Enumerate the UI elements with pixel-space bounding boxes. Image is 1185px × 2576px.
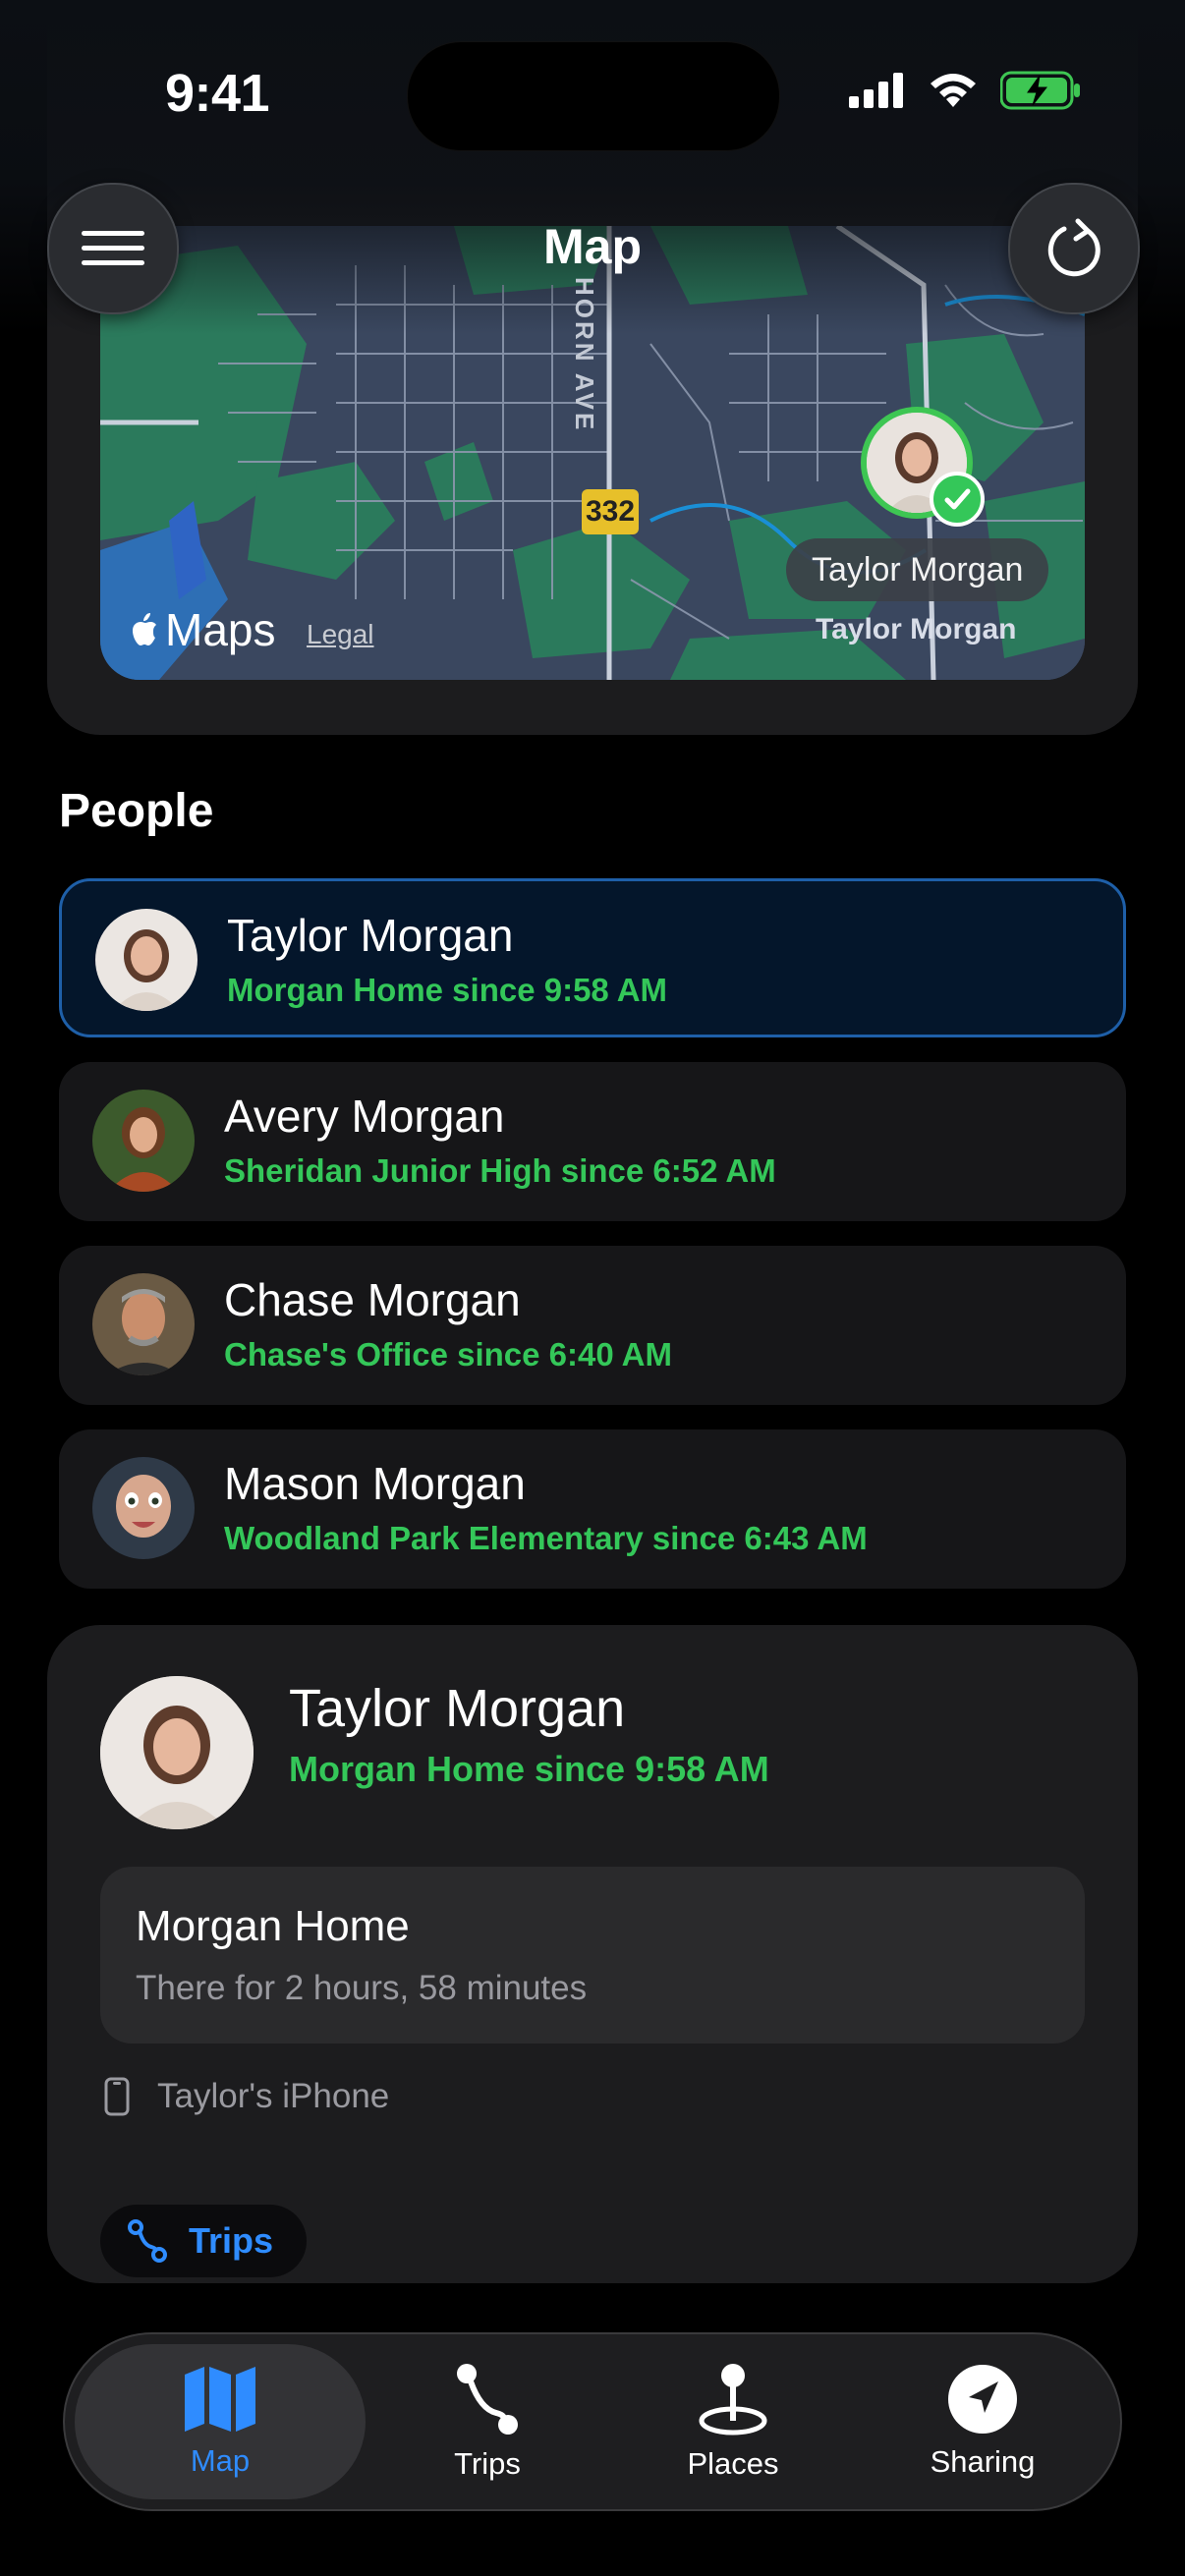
person-row-chase[interactable]: Chase Morgan Chase's Office since 6:40 A… (59, 1246, 1126, 1405)
place-duration: There for 2 hours, 58 minutes (136, 1969, 588, 2007)
person-name: Avery Morgan (224, 1091, 505, 1142)
tab-trips[interactable]: Trips (389, 2344, 586, 2499)
apple-icon (133, 613, 156, 645)
legal-link[interactable]: Legal (307, 619, 374, 650)
location-arrow-icon (948, 2365, 1017, 2434)
map-place-label: Taylor Morgan (816, 613, 1017, 645)
person-row-avery[interactable]: Avery Morgan Sheridan Junior High since … (59, 1062, 1126, 1221)
status-time: 9:41 (165, 64, 270, 123)
checkmark-badge-icon (930, 472, 985, 527)
place-name: Morgan Home (136, 1902, 410, 1950)
person-name: Chase Morgan (224, 1274, 521, 1325)
tab-trips-label: Trips (454, 2446, 521, 2481)
person-row-mason[interactable]: Mason Morgan Woodland Park Elementary si… (59, 1429, 1126, 1589)
map-pin-label: Taylor Morgan (786, 538, 1049, 601)
person-status: Woodland Park Elementary since 6:43 AM (224, 1520, 868, 1556)
tab-bar: Map Trips Places Sharing (63, 2332, 1122, 2511)
avatar-taylor-large (100, 1676, 254, 1829)
maps-brand-text: Maps (165, 604, 276, 655)
apple-maps-logo: Maps (130, 603, 275, 656)
tab-sharing-label: Sharing (930, 2444, 1036, 2479)
tab-sharing[interactable]: Sharing (884, 2344, 1081, 2499)
person-name: Mason Morgan (224, 1458, 526, 1509)
detail-person-name: Taylor Morgan (289, 1679, 626, 1738)
detail-person-status: Morgan Home since 9:58 AM (289, 1749, 769, 1789)
device-name: Taylor's iPhone (157, 2077, 390, 2115)
refresh-button[interactable] (1008, 183, 1140, 314)
route-icon (457, 2364, 518, 2435)
avatar-taylor (95, 909, 198, 1011)
tab-places[interactable]: Places (635, 2344, 831, 2499)
current-place-box[interactable] (100, 1867, 1085, 2044)
refresh-icon (1047, 218, 1100, 277)
battery-charging-icon (1000, 71, 1080, 110)
tab-map-label: Map (190, 2443, 251, 2478)
route-icon (128, 2219, 167, 2263)
trips-button-label: Trips (189, 2220, 274, 2261)
avatar-chase (92, 1273, 195, 1375)
person-row-taylor[interactable]: Taylor Morgan Morgan Home since 9:58 AM (59, 878, 1126, 1037)
dynamic-island (407, 41, 780, 151)
status-icons (849, 71, 1081, 110)
person-status: Morgan Home since 9:58 AM (227, 972, 668, 1008)
street-label: HORN AVE (570, 277, 599, 433)
iphone-icon (104, 2077, 130, 2116)
tab-places-label: Places (687, 2446, 779, 2481)
cellular-signal-icon (849, 73, 903, 108)
pin-icon (699, 2364, 767, 2436)
people-heading: People (59, 785, 214, 837)
route-shield: 332 (582, 489, 639, 534)
person-name: Taylor Morgan (227, 910, 514, 961)
wifi-icon (931, 74, 976, 107)
map-icon (185, 2367, 255, 2432)
trips-button[interactable]: Trips (100, 2205, 308, 2277)
person-status: Chase's Office since 6:40 AM (224, 1336, 672, 1372)
person-status: Sheridan Junior High since 6:52 AM (224, 1152, 776, 1189)
avatar-mason (92, 1457, 195, 1559)
tab-map[interactable]: Map (75, 2344, 366, 2499)
device-row: Taylor's iPhone (104, 2077, 389, 2116)
avatar-avery (92, 1090, 195, 1192)
